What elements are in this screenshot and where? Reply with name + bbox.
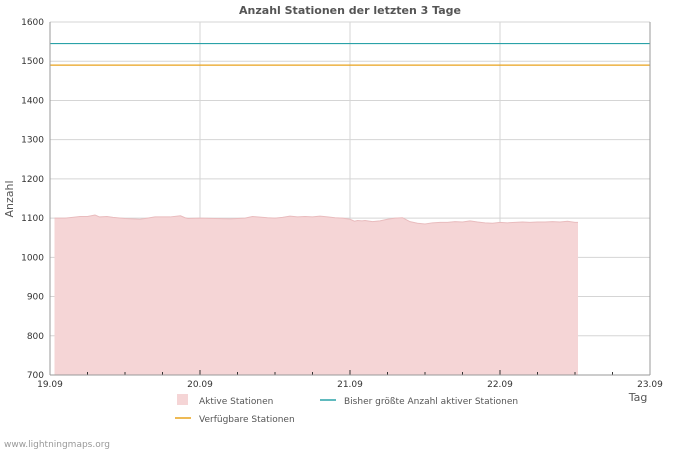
y-tick-label: 1100 [21, 214, 44, 224]
legend: Aktive Stationen Bisher größte Anzahl ak… [175, 394, 518, 425]
x-tick-labels: 19.09 20.09 21.09 22.09 23.09 [37, 380, 663, 390]
y-axis-label: Anzahl [3, 180, 16, 217]
chart-title: Anzahl Stationen der letzten 3 Tage [239, 4, 461, 17]
x-axis-label: Tag [628, 391, 648, 404]
y-tick-label: 1300 [21, 136, 44, 146]
legend-label-available: Verfügbare Stationen [199, 415, 295, 425]
legend-swatch-active [177, 394, 188, 405]
y-tick-label: 1000 [21, 253, 44, 263]
x-tick-label: 19.09 [37, 380, 63, 390]
x-tick-label: 21.09 [337, 380, 363, 390]
station-count-chart: Anzahl Stationen der letzten 3 Tage 7008… [3, 4, 663, 450]
legend-label-max: Bisher größte Anzahl aktiver Stationen [344, 397, 518, 407]
y-tick-label: 1400 [21, 96, 44, 106]
y-tick-label: 1500 [21, 57, 44, 67]
y-tick-label: 900 [27, 293, 44, 303]
x-tick-label: 23.09 [637, 380, 663, 390]
legend-label-active: Aktive Stationen [199, 397, 273, 407]
y-tick-label: 1200 [21, 175, 44, 185]
x-tick-label: 22.09 [487, 380, 513, 390]
active-stations-area [54, 214, 578, 375]
footer-watermark: www.lightningmaps.org [4, 440, 110, 450]
y-tick-label: 800 [27, 332, 44, 342]
y-tick-labels: 7008009001000110012001300140015001600 [21, 18, 44, 381]
x-tick-label: 20.09 [187, 380, 213, 390]
y-tick-label: 1600 [21, 18, 44, 28]
plot-area [54, 214, 578, 375]
